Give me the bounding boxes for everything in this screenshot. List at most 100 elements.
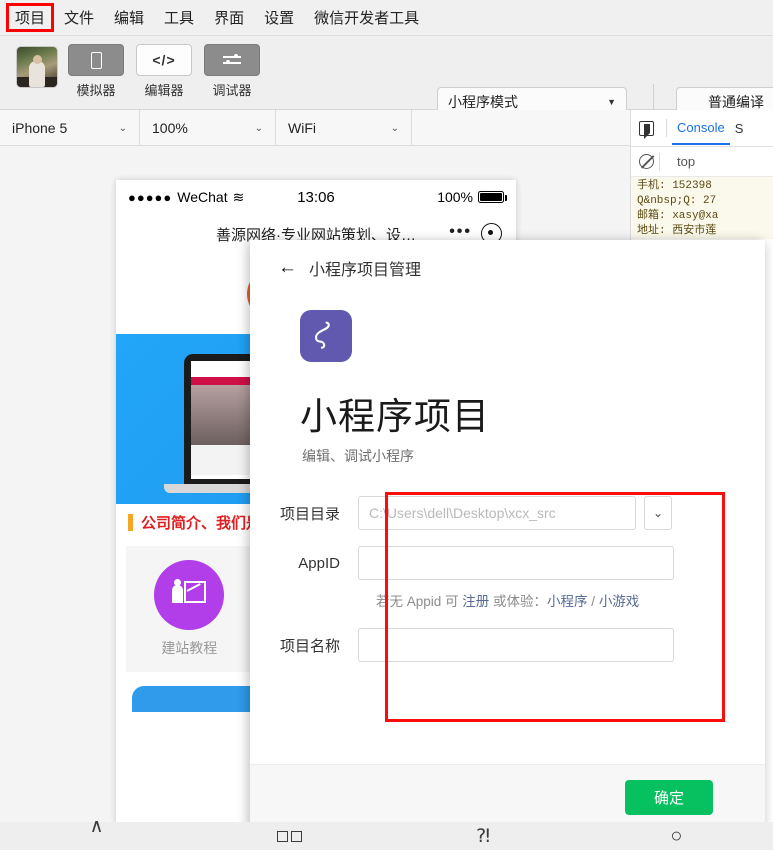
code-icon: </> bbox=[136, 44, 192, 76]
hint-prefix: 若无 Appid 可 bbox=[376, 594, 463, 609]
taskbar-slot[interactable]: ⁈ bbox=[387, 827, 580, 846]
project-name-input[interactable] bbox=[358, 628, 674, 662]
dialog-footer: 确定 bbox=[250, 764, 765, 830]
battery-percent: 100% bbox=[437, 189, 473, 205]
phone-status-bar: ●●●●● WeChat ≋ 13:06 100% bbox=[116, 180, 516, 214]
confirm-button[interactable]: 确定 bbox=[625, 780, 713, 815]
menu-item-label: 文件 bbox=[64, 10, 95, 27]
device-select[interactable]: iPhone 5 ⌄ bbox=[0, 110, 140, 146]
console-line: 手机: 152398 bbox=[637, 180, 712, 192]
network-select[interactable]: WiFi ⌄ bbox=[276, 110, 412, 146]
menu-item-label: 界面 bbox=[214, 10, 245, 27]
chevron-down-icon: ▼ bbox=[607, 97, 616, 107]
status-left: ●●●●● WeChat ≋ bbox=[128, 189, 244, 206]
project-form: 项目目录 C:\Users\dell\Desktop\xcx_src ⌄ App… bbox=[250, 496, 765, 662]
taskbar-slot[interactable] bbox=[0, 815, 193, 842]
field-label: 项目目录 bbox=[279, 505, 340, 523]
device-select-value: iPhone 5 bbox=[12, 120, 68, 136]
devtools-tabbar: Console S bbox=[631, 110, 773, 147]
console-line: 地址: 西安市莲 bbox=[637, 225, 717, 237]
signal-dots-icon: ●●●●● bbox=[128, 189, 173, 205]
sliders-icon bbox=[204, 44, 260, 76]
more-dots-icon[interactable]: ••• bbox=[449, 223, 472, 241]
register-link[interactable]: 注册 bbox=[462, 594, 489, 609]
field-label: 项目名称 bbox=[279, 637, 340, 655]
section-accent-bar bbox=[128, 513, 133, 531]
menu-bar: 项目 文件 编辑 工具 界面 设置 微信开发者工具 bbox=[0, 0, 773, 36]
chevron-down-icon: ⌄ bbox=[118, 122, 127, 134]
console-line: Q&nbsp;Q: 27 bbox=[637, 195, 717, 207]
toolbar-button-debugger[interactable]: 调试器 bbox=[204, 44, 260, 99]
wifi-icon: ≋ bbox=[232, 188, 245, 205]
console-context-select[interactable]: top bbox=[677, 154, 695, 169]
carrier-label: WeChat bbox=[177, 189, 228, 205]
grid-item-label: 建站教程 bbox=[161, 640, 218, 656]
field-row-directory: 项目目录 C:\Users\dell\Desktop\xcx_src ⌄ bbox=[250, 496, 765, 530]
hint-separator: / bbox=[587, 594, 599, 609]
divider bbox=[659, 152, 660, 171]
minigame-link[interactable]: 小游戏 bbox=[599, 594, 640, 609]
view-toggle-group: 模拟器 </> 编辑器 调试器 bbox=[68, 44, 260, 99]
menu-item-edit[interactable]: 编辑 bbox=[104, 4, 154, 31]
zoom-select[interactable]: 100% ⌄ bbox=[140, 110, 276, 146]
status-right: 100% bbox=[437, 189, 507, 205]
menu-item-label: 工具 bbox=[164, 10, 195, 27]
back-arrow-icon[interactable]: ← bbox=[278, 257, 297, 279]
menu-item-devtools[interactable]: 微信开发者工具 bbox=[304, 4, 429, 31]
dialog-header-title: 小程序项目管理 bbox=[309, 262, 422, 279]
toolbar-button-editor[interactable]: </> 编辑器 bbox=[136, 44, 192, 99]
grid-item[interactable]: 建站教程 bbox=[126, 560, 253, 658]
menu-item-label: 编辑 bbox=[114, 10, 145, 27]
device-toolbar: iPhone 5 ⌄ 100% ⌄ WiFi ⌄ bbox=[0, 110, 630, 146]
taskbar-slot[interactable]: ○ bbox=[580, 826, 773, 846]
network-select-value: WiFi bbox=[288, 120, 316, 136]
menu-item-label: 微信开发者工具 bbox=[314, 10, 420, 27]
chevron-down-icon: ⌄ bbox=[254, 122, 263, 134]
dialog-subtitle: 编辑、调试小程序 bbox=[302, 448, 414, 464]
battery-icon bbox=[478, 191, 507, 203]
miniprogram-link[interactable]: 小程序 bbox=[547, 594, 588, 609]
hint-middle: 或体验： bbox=[489, 594, 548, 609]
circle-icon: ○ bbox=[670, 825, 683, 847]
mode-select-value: 小程序模式 bbox=[448, 94, 518, 110]
tab-label: Console bbox=[677, 120, 725, 135]
os-taskbar: ⁈ ○ bbox=[0, 815, 773, 850]
avatar-detail bbox=[33, 55, 42, 64]
input-placeholder: C:\Users\dell\Desktop\xcx_src bbox=[369, 505, 556, 521]
console-output: 手机: 152398 Q&nbsp;Q: 27 邮箱: xasy@xa 地址: … bbox=[631, 177, 773, 239]
clear-console-icon[interactable] bbox=[639, 154, 654, 169]
toolbar-button-label: 编辑器 bbox=[144, 83, 184, 98]
chevron-down-icon: ⌄ bbox=[390, 122, 399, 134]
directory-history-dropdown[interactable]: ⌄ bbox=[644, 496, 672, 530]
field-row-appid: AppID bbox=[250, 546, 765, 580]
dialog-header: ← 小程序项目管理 bbox=[250, 240, 765, 296]
taskbar-slot[interactable] bbox=[193, 830, 386, 842]
tab-sources[interactable]: S bbox=[730, 112, 749, 144]
field-row-projectname: 项目名称 bbox=[250, 628, 765, 662]
zoom-select-value: 100% bbox=[152, 120, 188, 136]
console-filter-bar: top bbox=[631, 147, 773, 177]
tab-label: S bbox=[734, 121, 744, 136]
menu-item-project[interactable]: 项目 bbox=[6, 3, 55, 32]
menu-item-label: 设置 bbox=[264, 10, 295, 27]
appid-input[interactable] bbox=[358, 546, 674, 580]
tutorial-icon bbox=[154, 560, 225, 630]
toolbar-button-simulator[interactable]: 模拟器 bbox=[68, 44, 124, 99]
menu-item-file[interactable]: 文件 bbox=[54, 4, 104, 31]
avatar-detail bbox=[29, 61, 45, 87]
menu-item-interface[interactable]: 界面 bbox=[204, 4, 254, 31]
app-window: 项目 文件 编辑 工具 界面 设置 微信开发者工具 模拟器 </> 编辑器 调试… bbox=[0, 0, 773, 850]
section-heading-text: 公司简介、我们是 bbox=[141, 514, 262, 532]
divider bbox=[666, 119, 667, 137]
field-label: AppID bbox=[298, 554, 340, 572]
inspect-element-button[interactable] bbox=[631, 120, 661, 139]
phone-icon bbox=[68, 44, 124, 76]
mini-program-logo-icon bbox=[300, 310, 352, 362]
menu-item-settings[interactable]: 设置 bbox=[254, 4, 304, 31]
appid-hint: 若无 Appid 可 注册 或体验：小程序 / 小游戏 bbox=[376, 590, 765, 610]
user-avatar[interactable] bbox=[16, 46, 58, 88]
tab-console[interactable]: Console bbox=[672, 111, 730, 145]
menu-item-tools[interactable]: 工具 bbox=[154, 4, 204, 31]
toolbar-button-label: 模拟器 bbox=[76, 83, 116, 98]
project-directory-input[interactable]: C:\Users\dell\Desktop\xcx_src bbox=[358, 496, 636, 530]
